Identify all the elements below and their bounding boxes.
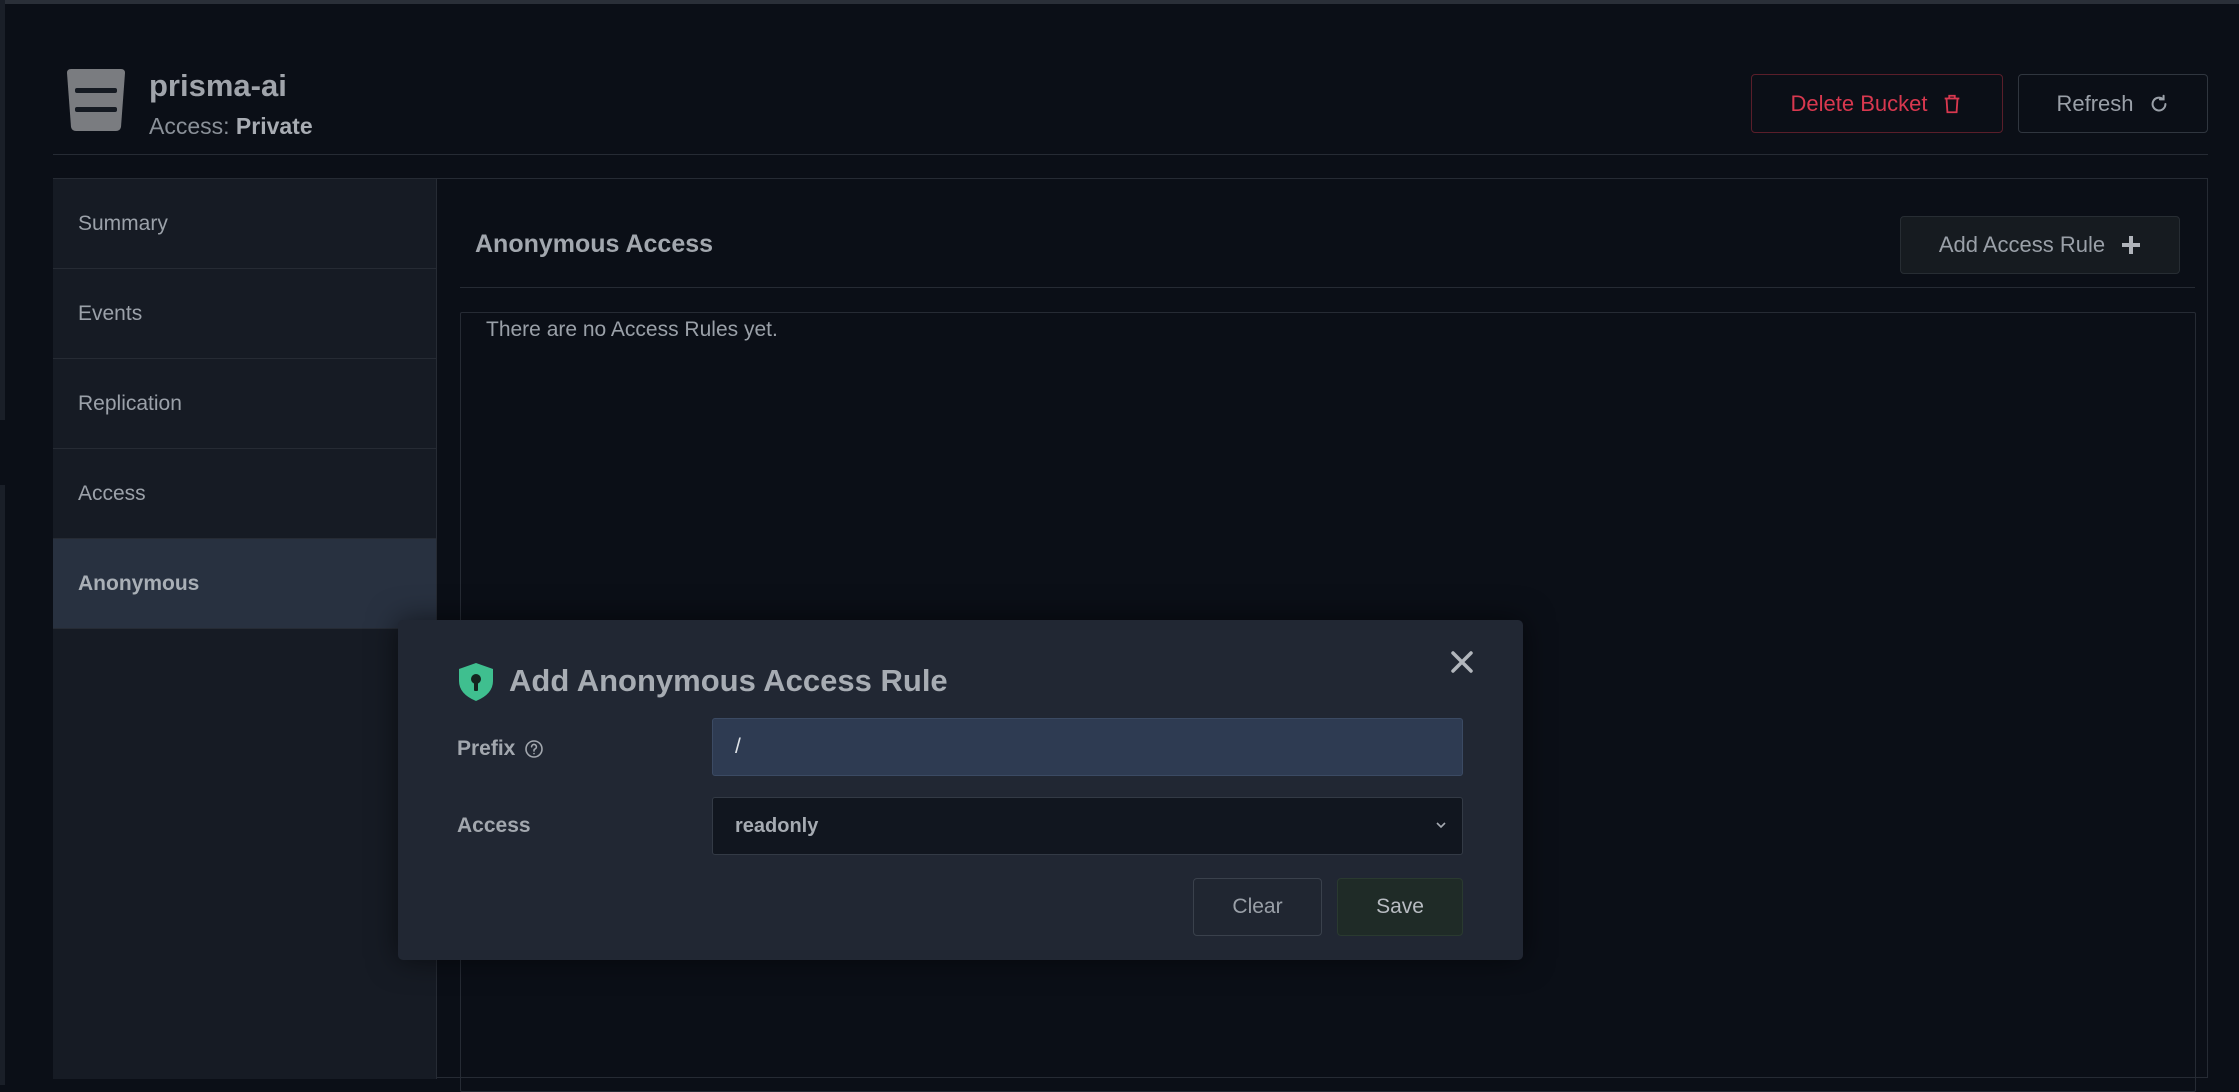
help-icon[interactable] (524, 739, 544, 759)
trash-icon (1945, 94, 1960, 113)
sidebar-item-label: Replication (78, 391, 182, 415)
section-title: Anonymous Access (475, 230, 714, 258)
access-field-label: Access (457, 814, 531, 837)
delete-bucket-button[interactable]: Delete Bucket (1751, 74, 2003, 133)
close-icon[interactable] (1448, 648, 1476, 676)
prefix-label: Prefix (457, 737, 516, 760)
sidebar-item-replication[interactable]: Replication (53, 359, 436, 449)
save-label: Save (1376, 895, 1424, 918)
sidebar-item-label: Events (78, 301, 143, 325)
left-edge-strip (0, 485, 5, 1085)
prefix-input[interactable] (712, 718, 1463, 776)
prefix-label-row: Prefix (457, 737, 544, 761)
content-divider (460, 287, 2195, 288)
plus-icon (2122, 236, 2141, 254)
bucket-name: prisma-ai (149, 68, 287, 103)
modal-title: Add Anonymous Access Rule (509, 663, 948, 698)
sidebar-item-events[interactable]: Events (53, 269, 436, 359)
access-select[interactable]: readonly (712, 797, 1463, 855)
refresh-icon (2151, 94, 2166, 111)
access-label-row: Access (457, 814, 531, 838)
add-access-rule-button[interactable]: Add Access Rule (1900, 216, 2180, 274)
sidebar-item-summary[interactable]: Summary (53, 179, 436, 269)
access-value: Private (235, 113, 313, 139)
sidebar-item-anonymous[interactable]: Anonymous (53, 539, 436, 629)
shield-icon (459, 663, 493, 701)
delete-bucket-label: Delete Bucket (1790, 90, 1928, 116)
left-edge-strip (0, 0, 5, 420)
sidebar-item-label: Anonymous (78, 571, 200, 595)
sidebar: Summary Events Replication Access Anonym… (53, 179, 437, 1079)
chevron-down-icon (1436, 822, 1446, 829)
clear-label: Clear (1232, 895, 1283, 918)
refresh-label: Refresh (2056, 90, 2134, 116)
save-button[interactable]: Save (1337, 878, 1463, 936)
sidebar-item-access[interactable]: Access (53, 449, 436, 539)
refresh-button[interactable]: Refresh (2018, 74, 2208, 133)
sidebar-item-label: Access (78, 481, 146, 505)
sidebar-item-label: Summary (78, 211, 168, 235)
top-border (0, 0, 2239, 4)
add-access-rule-label: Add Access Rule (1938, 232, 2106, 257)
empty-rules-message: There are no Access Rules yet. (486, 318, 778, 341)
bucket-icon (67, 69, 125, 131)
bucket-access-info: Access: Private (149, 113, 313, 140)
access-select-value: readonly (735, 814, 819, 837)
header-divider (53, 154, 2208, 155)
clear-button[interactable]: Clear (1193, 878, 1322, 936)
access-label: Access: (149, 113, 230, 139)
